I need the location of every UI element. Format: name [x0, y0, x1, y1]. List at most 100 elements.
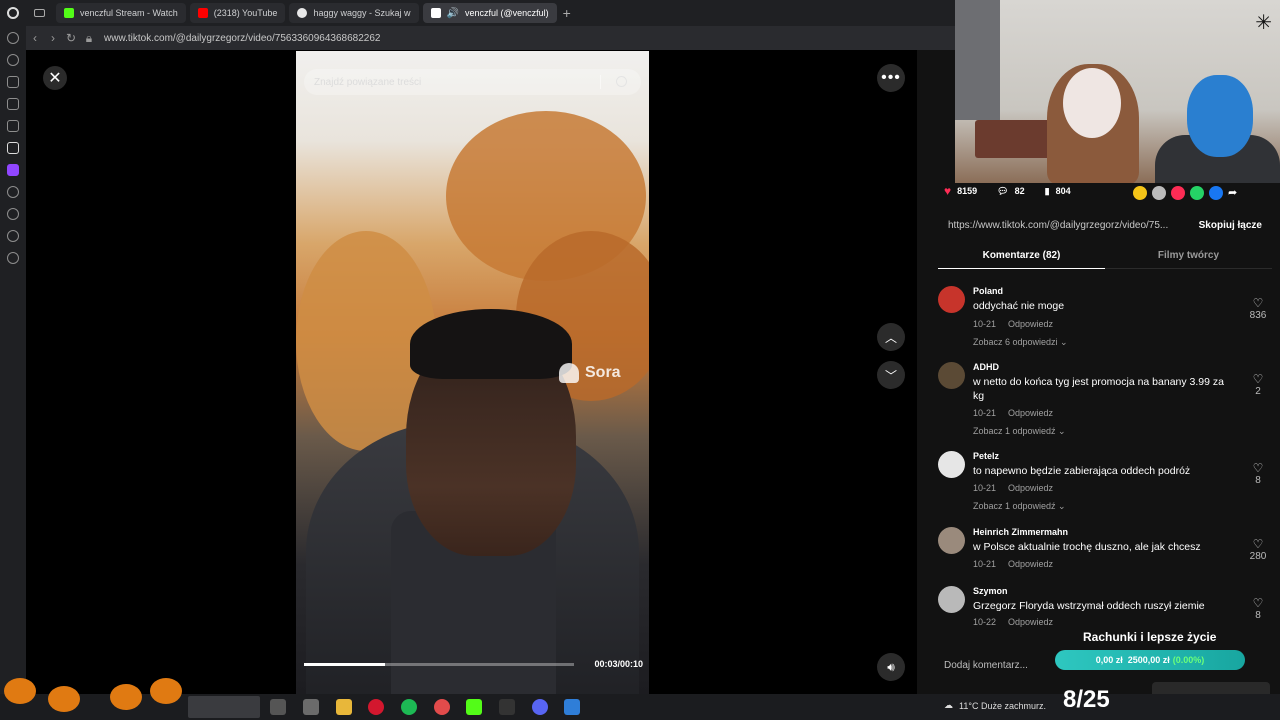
reply-link[interactable]: Odpowiedz: [1008, 319, 1053, 329]
avatar[interactable]: [938, 362, 965, 389]
comment-user[interactable]: ADHD: [973, 362, 999, 372]
comment-user[interactable]: Poland: [973, 286, 1003, 296]
weather-widget[interactable]: ☁ 11°C Duże zachmurz.: [944, 700, 1046, 711]
more-options-button[interactable]: •••: [877, 64, 905, 92]
heart-outline-icon: ♡: [1252, 372, 1264, 386]
address-bar: ‹ › ↻ 🔒︎ www.tiktok.com/@dailygrzegorz/v…: [26, 26, 955, 50]
comment-text: Grzegorz Floryda wstrzymał oddech ruszył…: [973, 600, 1205, 612]
search-icon[interactable]: [616, 76, 627, 87]
spotify-icon[interactable]: [401, 699, 417, 715]
comment-like[interactable]: ♡ 2: [1244, 372, 1272, 397]
tab-youtube[interactable]: (2318) YouTube: [189, 3, 286, 23]
app-icon[interactable]: [499, 699, 515, 715]
extensions-icon[interactable]: [7, 230, 19, 242]
previous-video-button[interactable]: ︿: [877, 323, 905, 351]
store-icon[interactable]: [303, 699, 319, 715]
tab-creator-videos[interactable]: Filmy twórcy: [1105, 245, 1272, 269]
heart-icon: ♥: [944, 184, 952, 198]
cam-window: [955, 0, 1000, 120]
reply-link[interactable]: Odpowiedz: [1008, 559, 1053, 569]
comment-like[interactable]: ♡ 8: [1244, 461, 1272, 486]
next-video-button[interactable]: ﹀: [877, 361, 905, 389]
sora-ghost-icon: [559, 363, 579, 383]
new-tab-button[interactable]: +: [563, 5, 571, 21]
pumpkin-icon: [48, 686, 80, 712]
person-hair: [410, 309, 572, 379]
cohost-face: [1187, 75, 1253, 157]
task-view-icon[interactable]: [270, 699, 286, 715]
avatar[interactable]: [938, 527, 965, 554]
view-replies[interactable]: Zobacz 1 odpowiedź ⌄: [973, 426, 1066, 437]
spider-icon: ✳: [1255, 12, 1272, 34]
related-search-input[interactable]: Znajdź powiązane treści: [304, 69, 641, 95]
settings-icon[interactable]: [7, 252, 19, 264]
edit-app-icon[interactable]: [564, 699, 580, 715]
embed-icon[interactable]: [1152, 186, 1166, 200]
forward-icon[interactable]: ›: [44, 31, 62, 45]
comment-stat[interactable]: 💬︎ 82: [997, 186, 1024, 197]
folder-icon[interactable]: [336, 699, 352, 715]
webcam-overlay: ✳: [955, 0, 1280, 183]
copy-link-button[interactable]: Skopiuj łącze: [1199, 220, 1262, 231]
comment-user[interactable]: Szymon: [973, 586, 1008, 596]
avatar[interactable]: [938, 586, 965, 613]
comment-like[interactable]: ♡ 280: [1244, 537, 1272, 562]
avatar[interactable]: [938, 286, 965, 313]
share-arrow-icon[interactable]: ➦: [1228, 186, 1242, 200]
coin-icon[interactable]: [1133, 186, 1147, 200]
sync-icon[interactable]: [7, 54, 19, 66]
tab-kick[interactable]: venczful Stream - Watch: [56, 3, 186, 23]
facebook-icon[interactable]: [1209, 186, 1223, 200]
video-player[interactable]: Znajdź powiązane treści Sora 00:03/00:10: [296, 51, 649, 694]
history-icon[interactable]: [7, 32, 19, 44]
video-progress-bar[interactable]: [304, 663, 574, 666]
tab-tiktok[interactable]: 🔊 venczful (@venczful): [422, 3, 557, 23]
opera-icon[interactable]: [368, 699, 384, 715]
reply-link[interactable]: Odpowiedz: [1008, 617, 1053, 627]
close-icon: ✕: [48, 70, 62, 87]
video-link: https://www.tiktok.com/@dailygrzegorz/vi…: [948, 219, 1169, 231]
image-icon[interactable]: [7, 98, 19, 110]
comment-meta: 10-21 Odpowiedz: [973, 408, 1054, 418]
comment-item: Heinrich Zimmermahn w Polsce aktualnie t…: [938, 527, 1272, 577]
add-comment-input[interactable]: Dodaj komentarz...: [944, 660, 1028, 671]
send-icon[interactable]: [1171, 186, 1185, 200]
bag-icon[interactable]: [7, 76, 19, 88]
view-replies[interactable]: Zobacz 6 odpowiedzi ⌄: [973, 337, 1068, 348]
comment-user[interactable]: Petelz: [973, 451, 999, 461]
reply-link[interactable]: Odpowiedz: [1008, 483, 1053, 493]
comment-meta: 10-21 Odpowiedz: [973, 319, 1054, 329]
arc-icon[interactable]: [7, 142, 19, 154]
back-icon[interactable]: ‹: [26, 31, 44, 45]
view-replies[interactable]: Zobacz 1 odpowiedź ⌄: [973, 501, 1066, 512]
discord-icon[interactable]: [532, 699, 548, 715]
comment-user[interactable]: Heinrich Zimmermahn: [973, 527, 1068, 537]
play-icon[interactable]: [7, 186, 19, 198]
comment-meta: 10-21 Odpowiedz: [973, 483, 1054, 493]
comment-text: w Polsce aktualnie trochę duszno, ale ja…: [973, 541, 1201, 553]
clock-icon[interactable]: [7, 208, 19, 220]
reply-link[interactable]: Odpowiedz: [1008, 408, 1053, 418]
url-field[interactable]: www.tiktok.com/@dailygrzegorz/video/7563…: [104, 33, 380, 44]
whatsapp-icon[interactable]: [1190, 186, 1204, 200]
reload-icon[interactable]: ↻: [62, 31, 80, 45]
workspaces-icon[interactable]: [26, 0, 52, 26]
tab-google[interactable]: haggy waggy - Szukaj w: [289, 3, 419, 23]
like-stat[interactable]: ♥ 8159: [944, 184, 977, 198]
volume-button[interactable]: 🔊︎: [877, 653, 905, 681]
comment-icon: 💬︎: [997, 185, 1009, 196]
taskbar-search[interactable]: [188, 696, 260, 718]
tab-comments[interactable]: Komentarze (82): [938, 245, 1105, 269]
comment-like[interactable]: ♡ 836: [1244, 296, 1272, 321]
opera-logo-icon[interactable]: [0, 0, 26, 26]
kick-taskbar-icon[interactable]: [466, 699, 482, 715]
close-button[interactable]: ✕: [43, 66, 67, 90]
save-stat[interactable]: ▮ 804: [1045, 186, 1071, 197]
comment-like[interactable]: ♡ 8: [1244, 596, 1272, 621]
avatar[interactable]: [938, 451, 965, 478]
twitch-icon[interactable]: [7, 164, 19, 176]
m-icon[interactable]: [7, 120, 19, 132]
comment-item: ADHD w netto do końca tyg jest promocja …: [938, 362, 1272, 442]
chrome-icon[interactable]: [434, 699, 450, 715]
kick-icon: [64, 8, 74, 18]
